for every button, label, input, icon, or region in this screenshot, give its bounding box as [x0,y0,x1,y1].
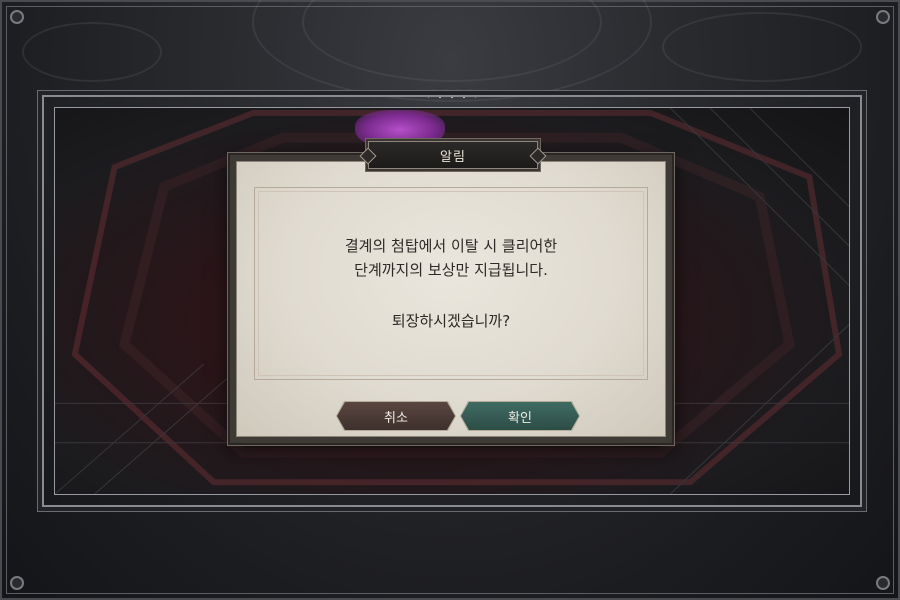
dialog-inner-border [254,187,648,380]
confirm-button[interactable]: 확인 [461,402,579,430]
cancel-button[interactable]: 취소 [337,402,455,430]
dialog-question: 퇴장하시겠습니까? [391,312,511,330]
corner-ornament-icon [876,10,890,24]
decorative-swirl [22,22,162,82]
decorative-swirl [662,12,862,82]
corner-ornament-icon [876,576,890,590]
corner-ornament-icon [10,10,24,24]
dialog-paper: 결계의 첨탑에서 이탈 시 클리어한 단계까지의 보상만 지급됩니다. 퇴장하시… [236,161,666,437]
dialog-message: 결계의 첨탑에서 이탈 시 클리어한 단계까지의 보상만 지급됩니다. [344,237,558,279]
notice-dialog: 결계의 첨탑에서 이탈 시 클리어한 단계까지의 보상만 지급됩니다. 퇴장하시… [228,141,674,445]
dialog-title: 알림 [440,149,466,165]
outer-frame: 결계의 첨탑에서 이탈 시 클리어한 단계까지의 보상만 지급됩니다. 퇴장하시… [0,0,900,600]
dialog-title-plate: 알림 [368,141,538,169]
corner-ornament-icon [10,576,24,590]
